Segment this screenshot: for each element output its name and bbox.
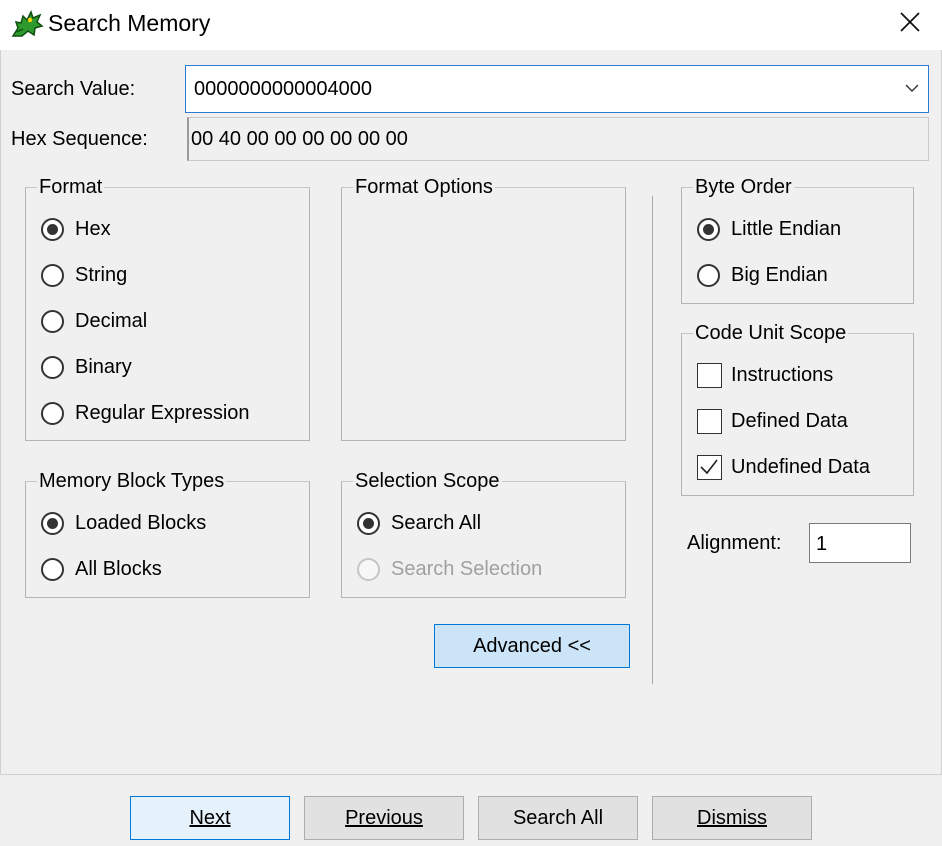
dismiss-button[interactable]: Dismiss <box>652 796 812 840</box>
selection-scope-title: Selection Scope <box>353 469 502 493</box>
format-binary-label[interactable]: Binary <box>75 355 132 379</box>
alignment-label: Alignment: <box>687 532 782 554</box>
hex-sequence-field: 00 40 00 00 00 00 00 00 <box>187 117 929 161</box>
search-all-button-label[interactable]: Search All <box>513 807 603 829</box>
search-selection-radio <box>357 558 380 581</box>
code-unit-scope-title: Code Unit Scope <box>693 321 849 345</box>
alignment-value[interactable]: 1 <box>816 532 827 556</box>
big-endian-radio[interactable] <box>697 264 720 287</box>
search-all-scope-label[interactable]: Search All <box>391 511 481 535</box>
search-value-combobox[interactable]: 0000000000004000 <box>185 65 929 113</box>
search-all-scope-radio[interactable] <box>357 512 380 535</box>
loaded-blocks-label[interactable]: Loaded Blocks <box>75 511 206 535</box>
alignment-input[interactable]: 1 <box>809 523 911 563</box>
little-endian-radio[interactable] <box>697 218 720 241</box>
byte-order-title: Byte Order <box>693 175 794 199</box>
checkmark-icon <box>700 459 718 475</box>
search-value-label: Search Value: <box>11 78 136 100</box>
ghidra-dragon-icon <box>11 10 44 37</box>
search-selection-label: Search Selection <box>391 558 543 580</box>
format-string-radio[interactable] <box>41 264 64 287</box>
memory-block-types-group: Memory Block Types <box>25 469 310 598</box>
previous-button[interactable]: Previous <box>304 796 464 840</box>
hex-sequence-value: 00 40 00 00 00 00 00 00 <box>191 128 408 150</box>
undefined-data-checkbox[interactable] <box>697 455 722 480</box>
instructions-label[interactable]: Instructions <box>731 363 833 387</box>
loaded-blocks-radio[interactable] <box>41 512 64 535</box>
close-icon <box>900 12 920 32</box>
advanced-toggle-button[interactable]: Advanced << <box>434 624 630 668</box>
format-options-group: Format Options <box>341 175 626 441</box>
big-endian-label[interactable]: Big Endian <box>731 263 828 287</box>
defined-data-label[interactable]: Defined Data <box>731 409 848 433</box>
chevron-down-icon[interactable] <box>904 80 920 96</box>
format-hex-radio[interactable] <box>41 218 64 241</box>
next-button[interactable]: Next <box>130 796 290 840</box>
little-endian-label[interactable]: Little Endian <box>731 217 841 241</box>
search-value-text[interactable]: 0000000000004000 <box>194 77 372 101</box>
all-blocks-radio[interactable] <box>41 558 64 581</box>
hex-sequence-label: Hex Sequence: <box>11 128 148 150</box>
format-options-title: Format Options <box>353 175 495 199</box>
all-blocks-label[interactable]: All Blocks <box>75 557 162 581</box>
close-button[interactable] <box>888 0 932 46</box>
vertical-separator <box>652 196 653 684</box>
format-string-label[interactable]: String <box>75 263 127 287</box>
search-all-button[interactable]: Search All <box>478 796 638 840</box>
window-title: Search Memory <box>48 10 211 36</box>
format-group-title: Format <box>37 175 105 199</box>
previous-button-label[interactable]: Previous <box>345 807 423 829</box>
format-regex-radio[interactable] <box>41 402 64 425</box>
instructions-checkbox[interactable] <box>697 363 722 388</box>
format-binary-radio[interactable] <box>41 356 64 379</box>
next-button-label[interactable]: Next <box>189 807 230 829</box>
dismiss-button-label[interactable]: Dismiss <box>697 807 767 829</box>
format-decimal-radio[interactable] <box>41 310 64 333</box>
format-regex-label[interactable]: Regular Expression <box>75 401 250 425</box>
memory-block-types-title: Memory Block Types <box>37 469 227 493</box>
format-hex-label[interactable]: Hex <box>75 217 111 241</box>
format-decimal-label[interactable]: Decimal <box>75 309 147 333</box>
defined-data-checkbox[interactable] <box>697 409 722 434</box>
title-bar: Search Memory <box>0 0 942 50</box>
undefined-data-label[interactable]: Undefined Data <box>731 455 870 479</box>
